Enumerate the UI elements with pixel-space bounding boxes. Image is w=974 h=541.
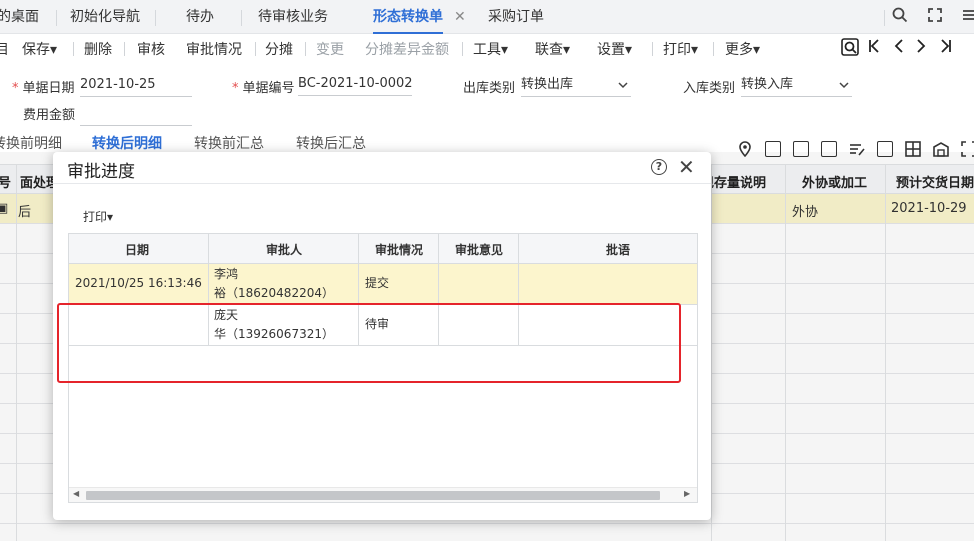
approve-button[interactable]: 审核 <box>137 39 165 59</box>
help-icon[interactable]: ? <box>651 159 667 175</box>
row-date: 2021/10/25 16:13:46 <box>75 276 202 290</box>
fee-amount-field[interactable] <box>80 104 192 126</box>
allocate-diff-button[interactable]: 分摊差异金额 <box>365 39 449 59</box>
horizontal-scrollbar[interactable]: ◀ ▶ <box>69 487 697 502</box>
highlight-annotation <box>57 303 681 383</box>
doc-date-field[interactable]: 2021-10-25 <box>80 75 192 97</box>
doc-date-label: * 单据日期 <box>12 81 75 96</box>
scroll-right-icon[interactable]: ▶ <box>684 489 690 498</box>
approval-status-button[interactable]: 审批情况 <box>186 39 242 59</box>
chevron-down-icon[interactable] <box>839 79 849 92</box>
search-icon[interactable] <box>890 7 910 27</box>
toolbar-divider <box>255 42 256 56</box>
tools-menu[interactable]: 工具▾ <box>473 39 508 59</box>
tab-init-nav[interactable]: 初始化导航 <box>70 0 140 34</box>
col-header-status: 审批情况 <box>375 243 424 257</box>
out-type-select[interactable]: 转换出库 <box>521 75 631 97</box>
change-button[interactable]: 变更 <box>316 39 344 59</box>
doc-no-label: * 单据编号 <box>232 81 295 96</box>
linked-query-menu[interactable]: 联查▾ <box>535 39 570 59</box>
subtab-after-summary[interactable]: 转换后汇总 <box>296 133 366 153</box>
scroll-left-icon[interactable]: ◀ <box>73 489 79 498</box>
col-header-date: 日期 <box>125 243 150 257</box>
tab-purchase-order[interactable]: 采购订单 <box>488 0 544 34</box>
row-approver: 李鸿 <box>214 267 239 281</box>
toolbar-edge-label: 目 <box>0 42 9 58</box>
subtab-after-detail[interactable]: 转换后明细 <box>92 133 162 153</box>
tab-divider <box>56 10 57 26</box>
tab-form-conversion[interactable]: 形态转换单 <box>373 0 443 34</box>
allocate-button[interactable]: 分摊 <box>265 39 293 59</box>
top-tab-bar: 的桌面 初始化导航 待办 待审核业务 形态转换单 ✕ 采购订单 <box>0 0 974 34</box>
print-menu[interactable]: 打印▾ <box>663 39 698 59</box>
delete-button[interactable]: 删除 <box>84 39 112 59</box>
toolbar-divider <box>305 42 306 56</box>
next-page-icon[interactable] <box>915 38 927 59</box>
toolbar: 目 保存▾ 删除 审核 审批情况 分摊 变更 分摊差异金额 工具▾ 联查▾ 设置… <box>0 34 974 62</box>
col-header-opinion: 审批意见 <box>455 243 504 257</box>
table-row[interactable]: 2021/10/25 16:13:46 李鸿 裕（18620482204） 提交 <box>69 264 697 305</box>
subtab-before-summary[interactable]: 转换前汇总 <box>194 133 264 153</box>
close-icon[interactable]: ✕ <box>454 0 466 34</box>
tab-desktop[interactable]: 的桌面 <box>0 0 39 34</box>
in-type-select[interactable]: 转换入库 <box>741 75 852 97</box>
out-type-label: 出库类别 <box>463 81 516 96</box>
col-header-remark: 批语 <box>606 243 631 257</box>
dialog-title: 审批进度 <box>67 162 135 182</box>
toolbar-divider <box>652 42 653 56</box>
close-icon[interactable]: ✕ <box>678 155 695 179</box>
in-type-label: 入库类别 <box>683 81 736 96</box>
first-page-icon[interactable] <box>868 38 880 59</box>
toolbar-divider <box>124 42 125 56</box>
menu-icon[interactable] <box>958 7 974 27</box>
scrollbar-thumb[interactable] <box>86 491 660 500</box>
find-icon[interactable] <box>841 38 859 61</box>
save-button[interactable]: 保存▾ <box>22 39 57 59</box>
col-header-approver: 审批人 <box>266 243 303 257</box>
more-menu[interactable]: 更多▾ <box>725 39 760 59</box>
tab-divider <box>884 10 885 26</box>
approval-table-header: 日期 审批人 审批情况 审批意见 批语 <box>69 234 697 264</box>
toolbar-divider <box>73 42 74 56</box>
last-page-icon[interactable] <box>940 38 952 59</box>
toolbar-divider <box>713 42 714 56</box>
row-approver-phone: 裕（18620482204） <box>214 286 334 300</box>
toolbar-divider <box>462 42 463 56</box>
row-status: 提交 <box>365 276 390 290</box>
settings-menu[interactable]: 设置▾ <box>597 39 632 59</box>
subtab-before-detail[interactable]: 转换前明细 <box>0 133 62 153</box>
print-button[interactable]: 打印▾ <box>83 208 113 225</box>
tab-pending-review[interactable]: 待审核业务 <box>258 0 328 34</box>
chevron-down-icon[interactable] <box>618 79 628 92</box>
prev-page-icon[interactable] <box>893 38 905 59</box>
fee-amount-label: 费用金额 <box>23 108 76 123</box>
doc-no-field[interactable]: BC-2021-10-0002 <box>298 74 413 96</box>
dialog-divider <box>53 183 711 184</box>
tab-divider <box>155 10 156 26</box>
tab-todo[interactable]: 待办 <box>186 0 214 34</box>
tab-divider <box>241 10 242 26</box>
maximize-icon[interactable] <box>925 7 945 27</box>
